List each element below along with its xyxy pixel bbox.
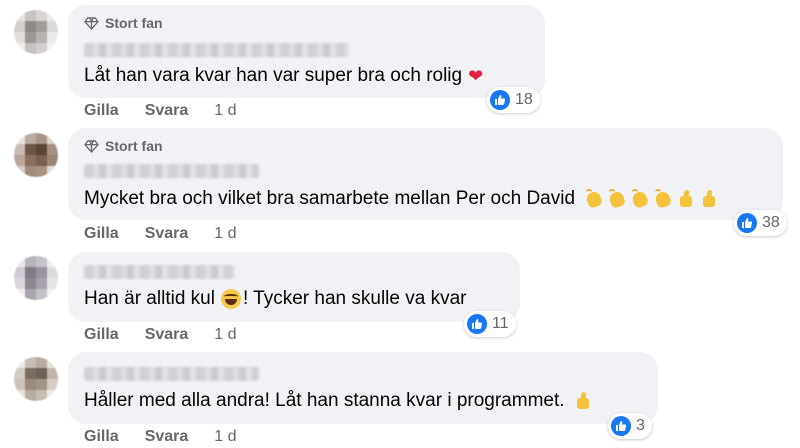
comment-bubble: Håller med alla andra! Låt han stanna kv… xyxy=(68,352,658,424)
thumbs-up-icon xyxy=(699,189,719,209)
like-icon xyxy=(490,90,510,110)
reply-button[interactable]: Svara xyxy=(145,102,189,120)
reaction-summary[interactable]: 3 xyxy=(608,413,652,439)
top-fan-badge: Stort fan xyxy=(84,15,163,31)
tears-of-joy-icon xyxy=(220,289,241,309)
like-icon xyxy=(737,213,757,233)
like-icon xyxy=(467,314,487,334)
reply-button[interactable]: Svara xyxy=(145,428,189,446)
comment-text: Låt han vara kvar han var super bra och … xyxy=(84,65,484,86)
reaction-count: 11 xyxy=(492,315,509,332)
comment-actions: Gilla Svara 1 d xyxy=(84,225,237,243)
comment-text: Håller med alla andra! Låt han stanna kv… xyxy=(84,390,593,412)
like-button[interactable]: Gilla xyxy=(84,225,119,243)
red-heart-icon: ❤ xyxy=(468,65,484,86)
like-icon xyxy=(611,416,631,436)
comment-text: Mycket bra och vilket bra samarbete mell… xyxy=(84,188,719,210)
reply-button[interactable]: Svara xyxy=(145,225,189,243)
comment-bubble: Stort fan Mycket bra och vilket bra sama… xyxy=(68,128,783,220)
like-button[interactable]: Gilla xyxy=(84,102,119,120)
diamond-icon xyxy=(84,139,99,153)
timestamp[interactable]: 1 d xyxy=(214,225,236,243)
top-fan-badge: Stort fan xyxy=(84,138,163,154)
thumbs-up-icon xyxy=(573,391,593,411)
comment-actions: Gilla Svara 1 d xyxy=(84,326,237,344)
timestamp[interactable]: 1 d xyxy=(214,428,236,446)
reaction-summary[interactable]: 38 xyxy=(734,210,787,236)
clapping-hands-icon xyxy=(607,189,627,209)
avatar[interactable] xyxy=(14,357,58,401)
comment-actions: Gilla Svara 1 d xyxy=(84,428,237,446)
clapping-hands-icon xyxy=(653,189,673,209)
comment-bubble: Han är alltid kul ! Tycker han skulle va… xyxy=(68,252,520,322)
reply-button[interactable]: Svara xyxy=(145,326,189,344)
timestamp[interactable]: 1 d xyxy=(214,102,236,120)
like-button[interactable]: Gilla xyxy=(84,428,119,446)
diamond-icon xyxy=(84,16,99,30)
author-name-blurred[interactable] xyxy=(84,367,259,381)
comment-text: Han är alltid kul ! Tycker han skulle va… xyxy=(84,288,467,309)
badge-label: Stort fan xyxy=(105,15,163,31)
reaction-count: 38 xyxy=(762,214,780,231)
thumbs-up-icon xyxy=(676,189,696,209)
reaction-summary[interactable]: 18 xyxy=(487,87,540,113)
avatar[interactable] xyxy=(14,256,58,300)
avatar[interactable] xyxy=(14,10,58,54)
comment-bubble: Stort fan Låt han vara kvar han var supe… xyxy=(68,5,545,98)
author-name-blurred[interactable] xyxy=(84,265,234,279)
author-name-blurred[interactable] xyxy=(84,164,259,178)
reaction-count: 18 xyxy=(515,91,533,108)
author-name-blurred[interactable] xyxy=(84,43,349,57)
reaction-summary[interactable]: 11 xyxy=(464,311,516,337)
clapping-hands-icon xyxy=(584,189,604,209)
avatar[interactable] xyxy=(14,133,58,177)
comment-actions: Gilla Svara 1 d xyxy=(84,102,237,120)
timestamp[interactable]: 1 d xyxy=(214,326,236,344)
clapping-hands-icon xyxy=(630,189,650,209)
reaction-count: 3 xyxy=(636,417,645,434)
like-button[interactable]: Gilla xyxy=(84,326,119,344)
badge-label: Stort fan xyxy=(105,138,163,154)
